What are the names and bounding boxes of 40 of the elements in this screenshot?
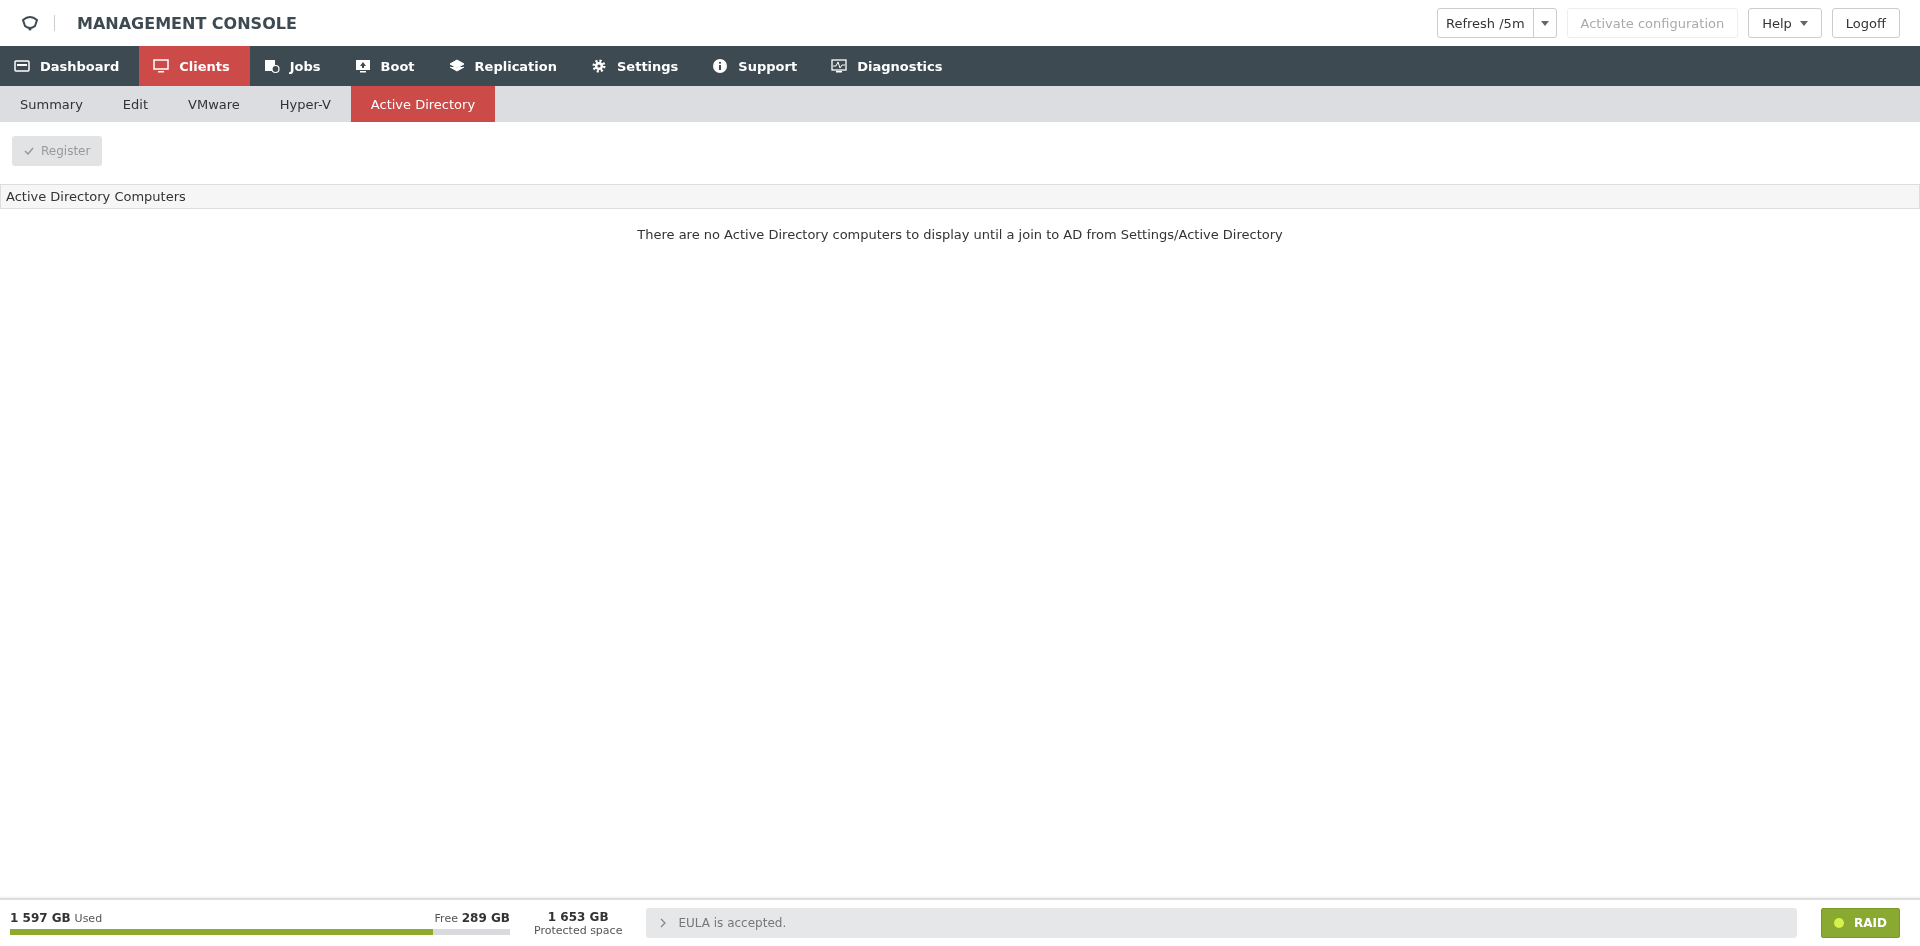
dashboard-icon bbox=[14, 58, 30, 74]
chevron-icon bbox=[660, 918, 667, 928]
sub-tab[interactable]: Active Directory bbox=[350, 86, 496, 122]
used-value: 1 597 GB bbox=[10, 911, 71, 925]
protected-label: Protected space bbox=[534, 923, 623, 937]
jobs-icon bbox=[263, 58, 280, 74]
sub-tab[interactable]: VMware bbox=[168, 86, 260, 122]
message-text: EULA is accepted. bbox=[678, 916, 787, 930]
nav-tab[interactable]: Jobs bbox=[249, 46, 341, 86]
boot-icon bbox=[354, 58, 371, 74]
gear-icon bbox=[591, 58, 607, 74]
logoff-button[interactable]: Logoff bbox=[1831, 8, 1900, 38]
checkmark-icon bbox=[24, 147, 34, 155]
used-label: Used bbox=[74, 912, 103, 925]
nav-tab[interactable]: Diagnostics bbox=[817, 46, 963, 86]
caret-icon[interactable] bbox=[1799, 20, 1808, 26]
free-value: 289 GB bbox=[461, 911, 510, 925]
nav-tab[interactable]: Settings bbox=[577, 46, 699, 86]
nav-tab[interactable]: Support bbox=[698, 46, 818, 86]
section-header: Active Directory Computers bbox=[0, 184, 1920, 209]
free-label: Free bbox=[434, 912, 458, 925]
nav-tab[interactable]: Boot bbox=[340, 46, 435, 86]
refresh-button[interactable]: Refresh /5m bbox=[1437, 8, 1557, 38]
sub-tab[interactable]: Hyper-V bbox=[259, 86, 351, 122]
nav-tab[interactable]: Clients bbox=[139, 46, 250, 86]
info-icon bbox=[712, 58, 729, 74]
help-button[interactable]: Help bbox=[1748, 8, 1822, 38]
sub-tab[interactable]: Edit bbox=[102, 86, 168, 122]
message-bar[interactable]: EULA is accepted. bbox=[646, 908, 1798, 938]
empty-message: There are no Active Directory computers to display until a join to AD from Settings/Active Directory bbox=[636, 227, 1284, 242]
caret-icon[interactable] bbox=[1540, 20, 1549, 26]
pulse-icon bbox=[831, 58, 848, 74]
logo-icon bbox=[20, 13, 40, 33]
layers-icon bbox=[448, 58, 465, 74]
monitor-icon bbox=[153, 58, 170, 74]
sub-tab[interactable]: Summary bbox=[0, 86, 103, 122]
app-title: MANAGEMENT CONSOLE bbox=[77, 13, 297, 33]
protected-value: 1 653 GB bbox=[547, 909, 609, 924]
nav-tab[interactable]: Replication bbox=[434, 46, 577, 86]
nav-tab[interactable]: Dashboard bbox=[0, 46, 140, 86]
